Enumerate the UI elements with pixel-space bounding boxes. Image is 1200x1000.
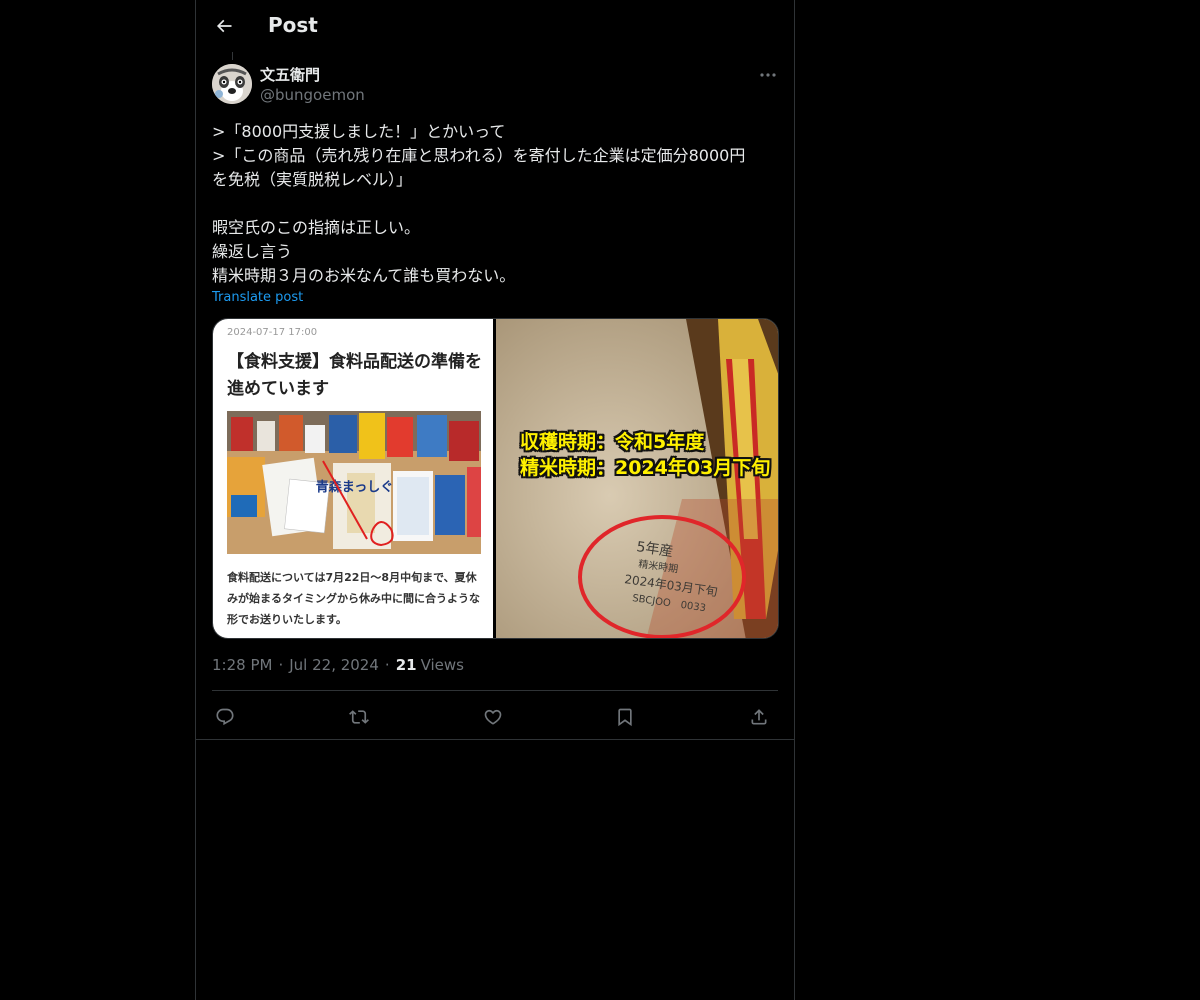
post-header: Post: [196, 0, 794, 53]
page-title: Post: [268, 13, 318, 37]
share-icon: [749, 707, 769, 727]
post-text-line: [212, 192, 780, 216]
post-bottom-border: [196, 739, 794, 740]
back-button[interactable]: [208, 10, 240, 42]
views-label: Views: [420, 656, 464, 674]
post-text-line: 暇空氏のこの指摘は正しい。: [212, 218, 421, 237]
post-text-line: >「この商品（売れ残り在庫と思われる）を寄付した企業は定価分8000円: [212, 146, 746, 165]
reply-icon: [215, 707, 235, 727]
post-text-line: 繰返し言う: [212, 242, 293, 261]
avatar[interactable]: [212, 64, 252, 104]
more-options-button[interactable]: [756, 64, 780, 86]
media-image-right[interactable]: 5年産 精米時期 2024年03月下旬 SBCJOO 0033 収穫時期：令和5…: [496, 319, 778, 638]
bookmark-button[interactable]: [612, 704, 638, 730]
image-date: 2024-07-17 17:00: [227, 327, 318, 338]
like-button[interactable]: [480, 704, 506, 730]
views-count: 21: [395, 656, 417, 674]
thread-connector-line: [232, 52, 233, 60]
post-text-line: 精米時期３月のお米なんて誰も買わない。: [212, 266, 516, 285]
divider: [212, 690, 778, 691]
harvest-period-text: 収穫時期：令和5年度: [520, 431, 705, 453]
food-items-photo: 青森まっしぐら: [227, 411, 481, 554]
image-caption: 食料配送については7月22日～8月中旬まで、夏休みが始まるタイミングから休み中に…: [227, 571, 480, 626]
author-name[interactable]: 文五衛門: [260, 64, 320, 85]
milling-period-text: 精米時期：2024年03月下旬: [520, 457, 771, 479]
bookmark-icon: [615, 707, 635, 727]
author-handle[interactable]: @bungoemon: [260, 86, 365, 104]
post-text-line: >「8000円支援しました！」とかいって: [212, 122, 506, 141]
reply-button[interactable]: [212, 704, 238, 730]
translate-post-link[interactable]: Translate post: [212, 290, 303, 305]
post-text-line: を免税（実質脱税レベル）」: [212, 170, 413, 189]
post-media-grid: 2024-07-17 17:00 【食料支援】食料品配送の準備を進めています 青…: [212, 318, 779, 639]
meta-separator: ·: [384, 656, 390, 674]
repost-icon: [349, 707, 369, 727]
like-icon: [483, 707, 503, 727]
meta-separator: ·: [278, 656, 284, 674]
post-meta: 1:28 PM · Jul 22, 2024 · 21 Views: [212, 656, 464, 674]
arrow-left-icon: [214, 16, 234, 36]
rice-bag-label: 青森まっしぐら: [316, 479, 406, 495]
image-headline: 【食料支援】食料品配送の準備を進めています: [227, 352, 482, 399]
post-date[interactable]: Jul 22, 2024: [289, 656, 379, 674]
post-text: >「8000円支援しました！」とかいって >「この商品（売れ残り在庫と思われる）…: [212, 120, 780, 288]
more-horizontal-icon: [760, 73, 776, 77]
action-bar: [212, 700, 778, 734]
media-image-left[interactable]: 2024-07-17 17:00 【食料支援】食料品配送の準備を進めています 青…: [213, 319, 493, 638]
post-time[interactable]: 1:28 PM: [212, 656, 272, 674]
share-button[interactable]: [746, 704, 772, 730]
repost-button[interactable]: [346, 704, 372, 730]
post-column: Post 文五衛門 @bungoemon >「8000円支援しました！」とかいっ…: [195, 0, 795, 1000]
